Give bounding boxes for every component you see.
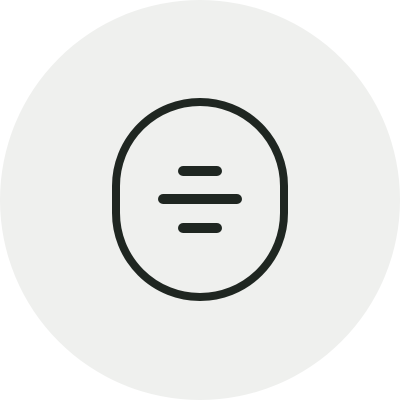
oval-lines-icon — [0, 0, 400, 400]
icon-tile — [0, 0, 400, 400]
